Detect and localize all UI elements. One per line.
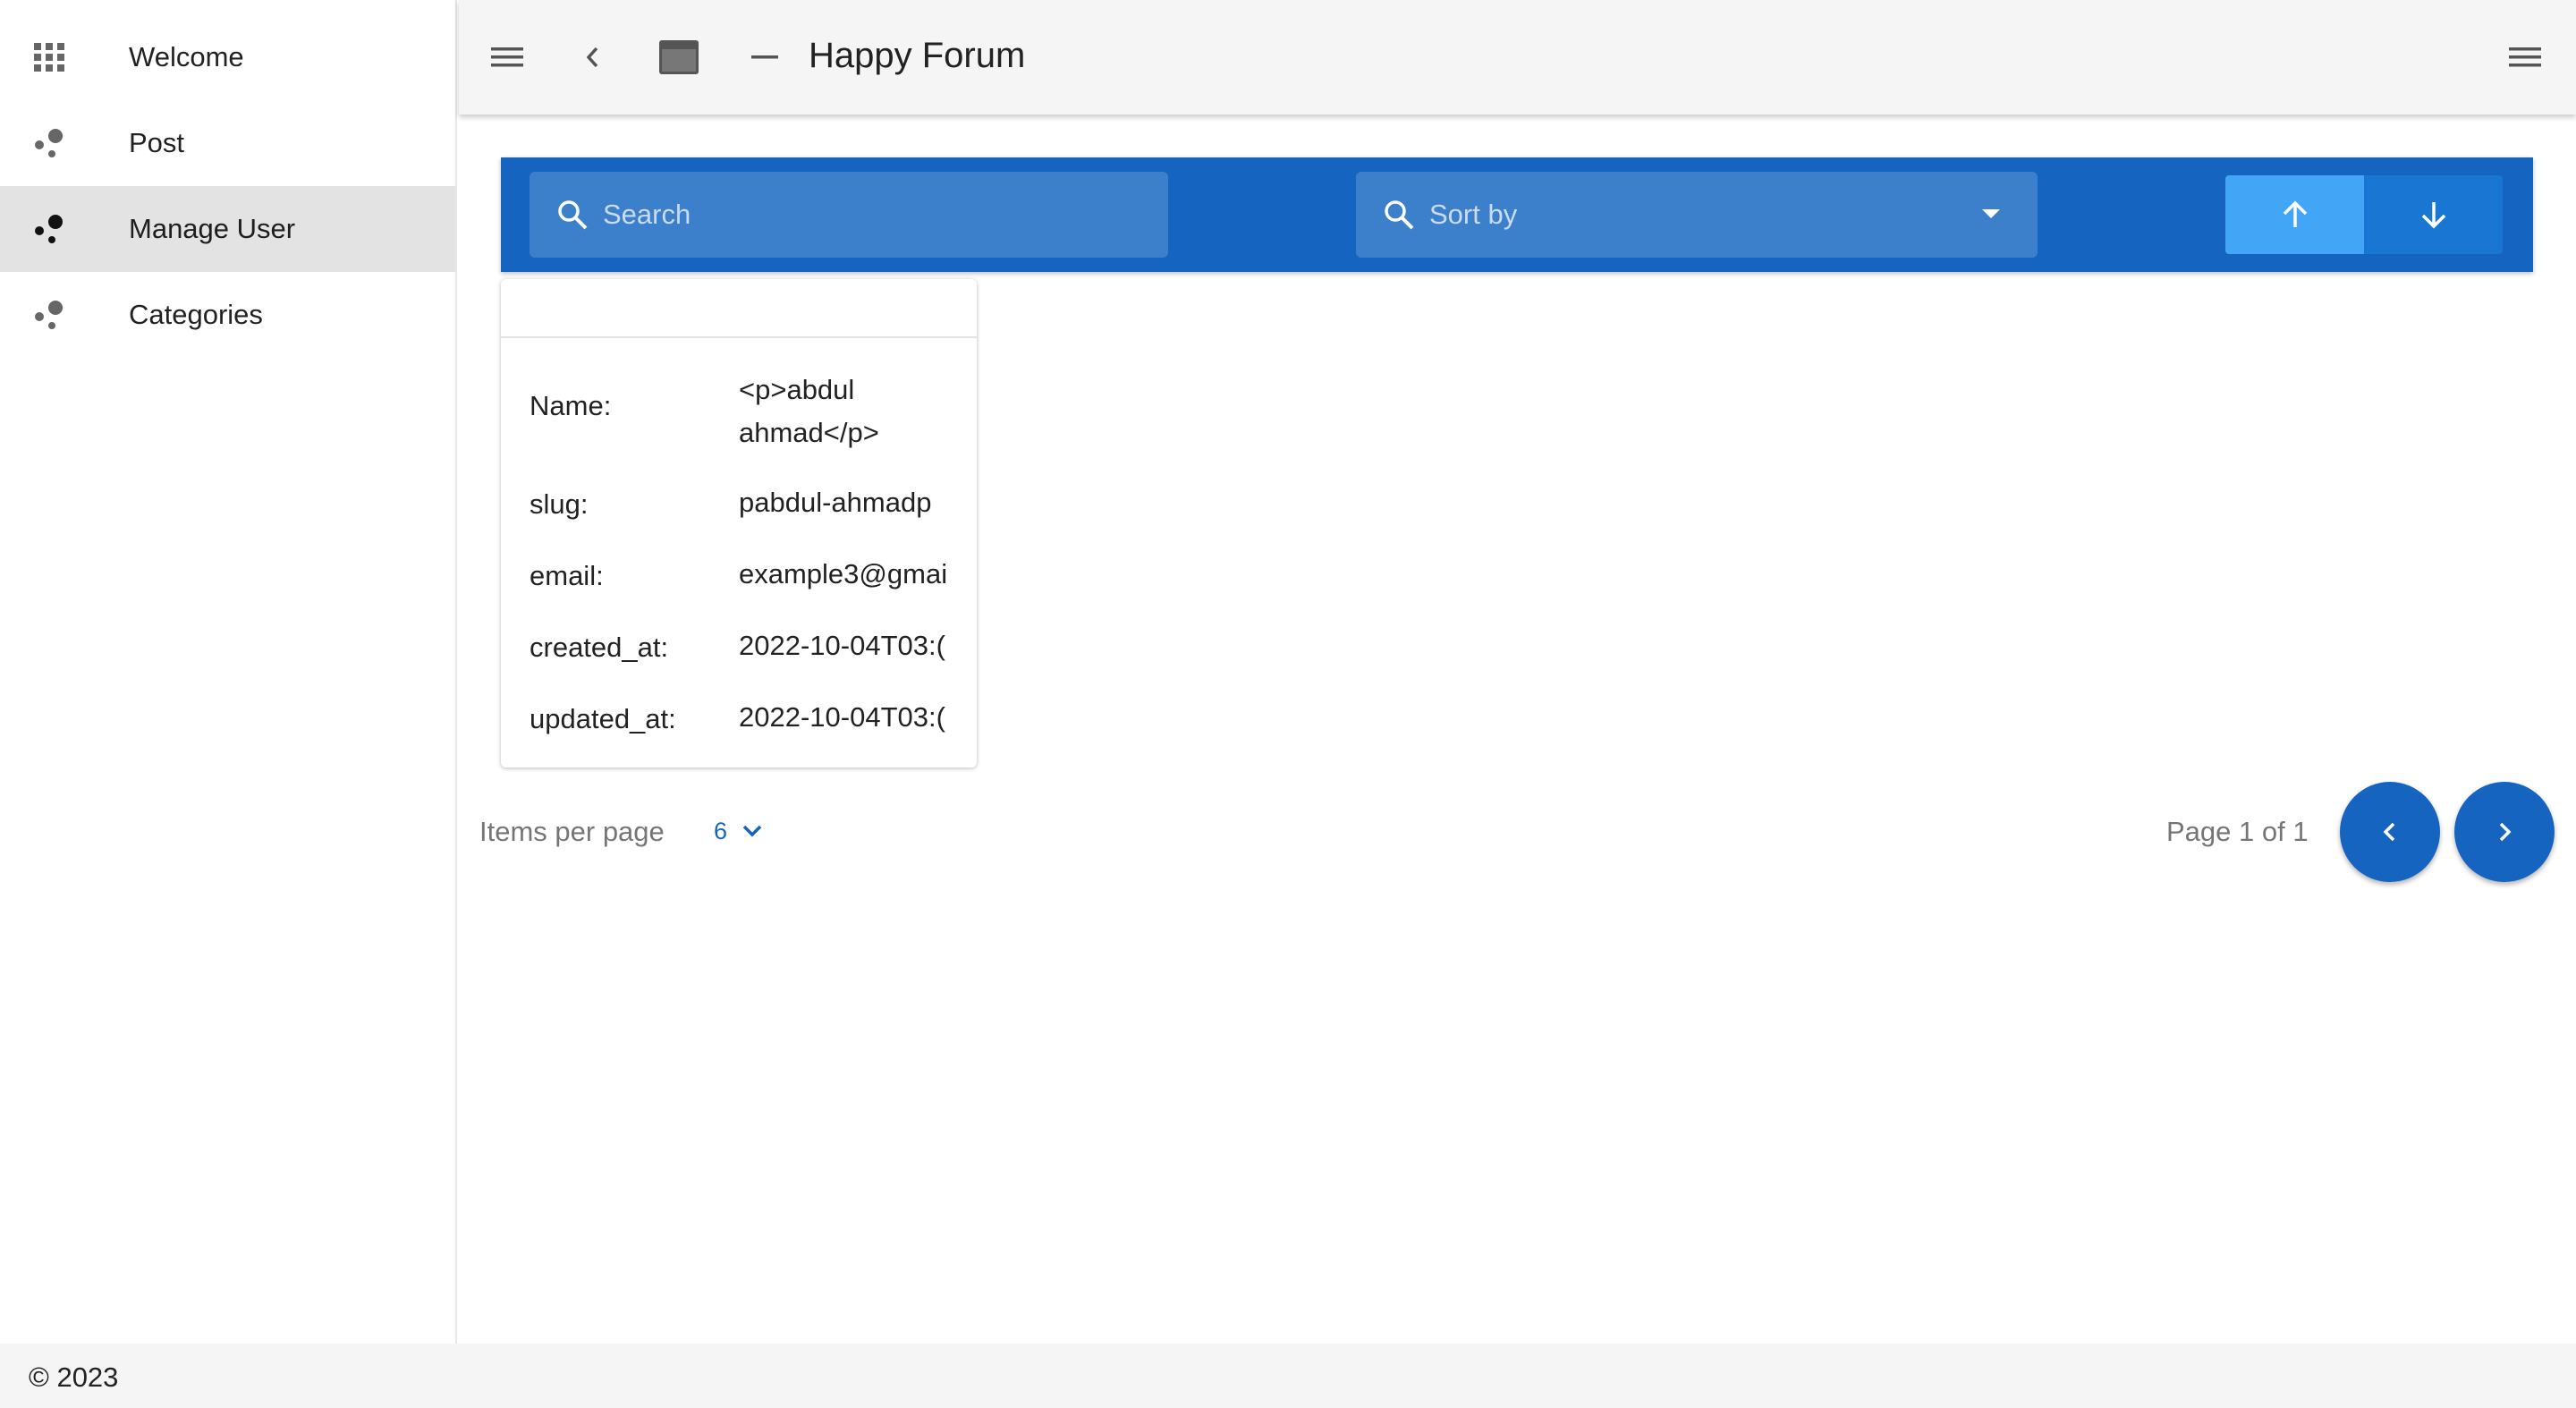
sidebar-item-label: Post bbox=[129, 127, 185, 158]
next-page-button[interactable] bbox=[2454, 782, 2555, 882]
card-row-created-at: created_at: 2022-10-04T03:( bbox=[530, 624, 959, 667]
more-menu-button[interactable] bbox=[2498, 30, 2552, 84]
sidebar: Welcome Post Manage User Categories bbox=[0, 0, 457, 1344]
sidebar-item-welcome[interactable]: Welcome bbox=[0, 14, 455, 100]
window-icon bbox=[659, 40, 699, 74]
user-card: Name: <p>abdul ahmad</p> slug: pabdul-ah… bbox=[501, 279, 977, 768]
card-row-slug: slug: pabdul-ahmadp bbox=[530, 481, 959, 524]
copyright-text: © 2023 bbox=[29, 1361, 119, 1393]
search-icon bbox=[1385, 200, 1414, 230]
card-row-name: Name: <p>abdul ahmad</p> bbox=[530, 369, 959, 458]
sidebar-item-categories[interactable]: Categories bbox=[0, 272, 455, 358]
bubble-chart-icon bbox=[32, 127, 68, 159]
back-button[interactable] bbox=[566, 30, 620, 84]
card-header bbox=[501, 279, 977, 338]
sidebar-item-label: Categories bbox=[129, 299, 263, 330]
items-per-page-select[interactable]: 6 bbox=[714, 818, 727, 845]
menu-icon bbox=[2509, 47, 2541, 67]
sort-descending-button[interactable] bbox=[2364, 175, 2503, 254]
field-label: updated_at: bbox=[530, 703, 676, 734]
sidebar-item-manage-user[interactable]: Manage User bbox=[0, 186, 455, 272]
field-label: slug: bbox=[530, 488, 589, 520]
page-title: Happy Forum bbox=[809, 36, 1026, 75]
previous-page-button[interactable] bbox=[2340, 782, 2440, 882]
arrow-up-icon bbox=[2283, 200, 2307, 227]
data-iterator-toolbar: Search Sort by bbox=[501, 157, 2533, 272]
field-label: created_at: bbox=[530, 632, 669, 663]
search-icon bbox=[558, 200, 588, 230]
chevron-down-icon[interactable] bbox=[739, 818, 766, 844]
field-value: 2022-10-04T03:( bbox=[739, 630, 945, 661]
card-row-email: email: example3@gmai bbox=[530, 553, 959, 596]
dropdown-caret-icon bbox=[1982, 209, 2000, 218]
field-value: pabdul-ahmadp bbox=[739, 487, 932, 518]
window-button[interactable] bbox=[652, 30, 706, 84]
chevron-left-icon bbox=[586, 47, 598, 68]
field-label: Name: bbox=[530, 390, 612, 421]
page-indicator: Page 1 of 1 bbox=[2166, 816, 2309, 847]
field-label: email: bbox=[530, 560, 604, 591]
sidebar-item-post[interactable]: Post bbox=[0, 100, 455, 186]
sort-by-select[interactable]: Sort by bbox=[1356, 172, 2038, 258]
sidebar-item-label: Manage User bbox=[129, 213, 296, 244]
search-placeholder: Search bbox=[603, 199, 691, 230]
minimize-icon bbox=[751, 55, 778, 59]
items-per-page-label: Items per page bbox=[479, 816, 665, 847]
sort-by-placeholder: Sort by bbox=[1429, 199, 1518, 230]
app-header: Happy Forum bbox=[459, 0, 2576, 115]
search-input[interactable]: Search bbox=[530, 172, 1168, 258]
field-value: 2022-10-04T03:( bbox=[739, 701, 945, 733]
sidebar-item-label: Welcome bbox=[129, 41, 244, 72]
chevron-left-icon bbox=[2383, 822, 2395, 842]
menu-button[interactable] bbox=[480, 30, 534, 84]
apps-grid-icon bbox=[32, 41, 68, 73]
sort-ascending-button[interactable] bbox=[2225, 175, 2364, 254]
card-row-updated-at: updated_at: 2022-10-04T03:( bbox=[530, 696, 959, 739]
arrow-down-icon bbox=[2421, 202, 2445, 229]
field-value: example3@gmai bbox=[739, 558, 948, 589]
minimize-button[interactable] bbox=[738, 30, 792, 84]
bubble-chart-icon bbox=[32, 299, 68, 331]
app-footer: © 2023 bbox=[0, 1344, 2576, 1408]
chevron-right-icon bbox=[2499, 822, 2512, 842]
bubble-chart-icon bbox=[32, 213, 68, 245]
field-value: <p>abdul ahmad</p> bbox=[739, 374, 879, 448]
menu-icon bbox=[491, 47, 523, 67]
